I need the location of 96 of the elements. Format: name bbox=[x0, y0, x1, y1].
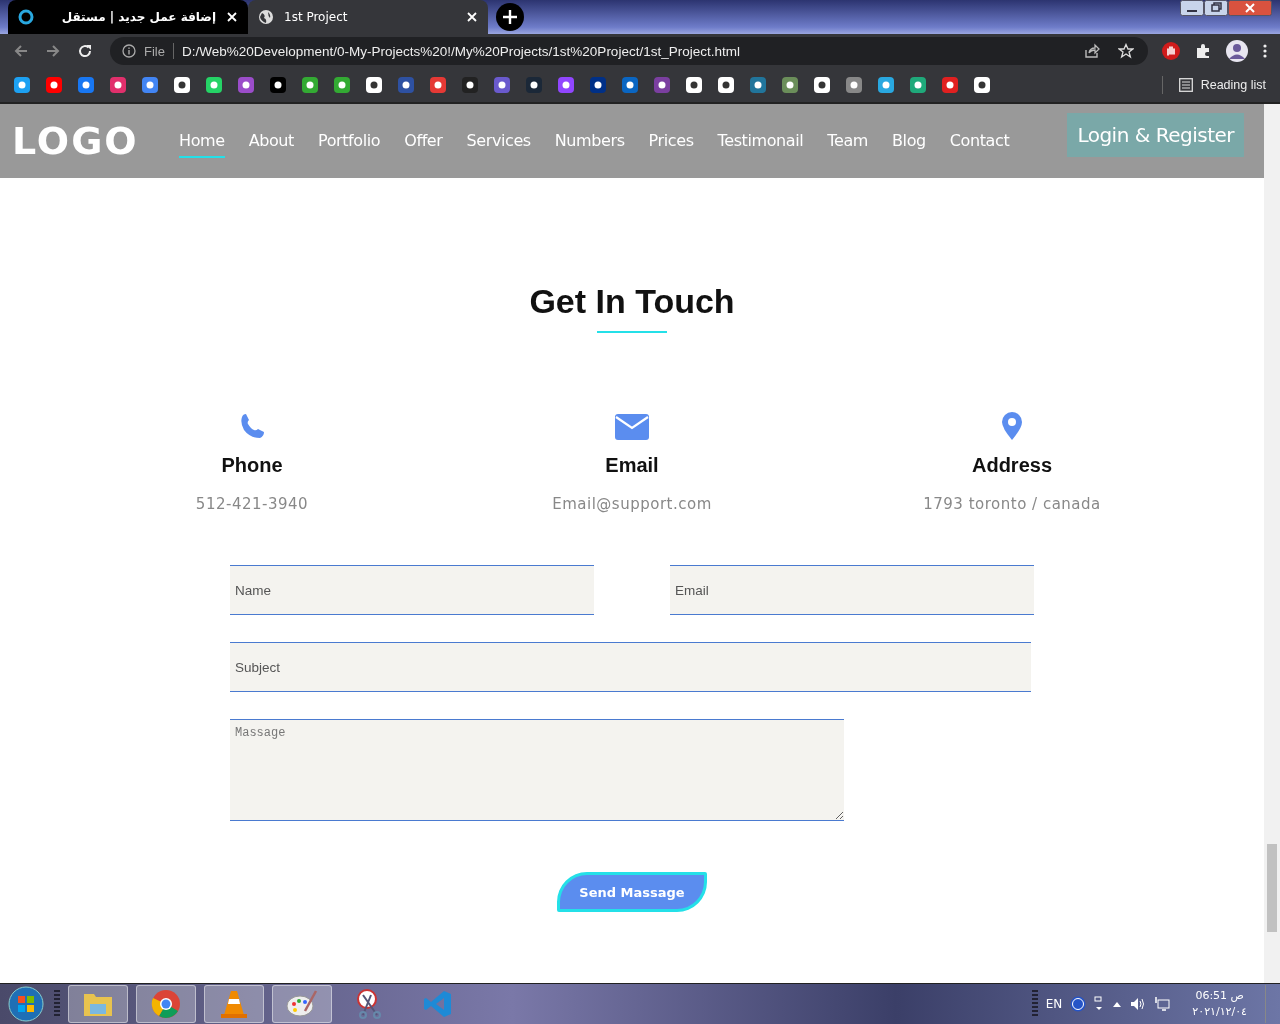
info-title: Address bbox=[972, 454, 1052, 477]
traffic-cone-icon bbox=[220, 989, 248, 1019]
text-field[interactable]: Email bbox=[670, 565, 1034, 615]
caret-up-icon[interactable] bbox=[1112, 1000, 1123, 1008]
phone-icon bbox=[238, 412, 266, 440]
reload-icon[interactable] bbox=[76, 42, 94, 60]
minimize-icon[interactable] bbox=[1180, 0, 1204, 16]
bookmark-icon[interactable] bbox=[78, 77, 94, 93]
nav-link[interactable]: Testimonail bbox=[717, 124, 804, 158]
bookmark-icon[interactable] bbox=[590, 77, 606, 93]
bookmark-icon[interactable] bbox=[238, 77, 254, 93]
bookmark-icon[interactable] bbox=[430, 77, 446, 93]
bookmark-icon[interactable] bbox=[718, 77, 734, 93]
palette-icon bbox=[286, 989, 318, 1019]
logo: LOGO bbox=[12, 119, 140, 163]
vlc-taskbar-button[interactable] bbox=[204, 985, 264, 1023]
scrollbar[interactable] bbox=[1264, 104, 1280, 983]
menu-icon[interactable] bbox=[1262, 43, 1268, 59]
envelope-icon bbox=[615, 414, 649, 440]
info-value: 512-421-3940 bbox=[195, 495, 309, 513]
bookmark-icon[interactable] bbox=[654, 77, 670, 93]
tab-title: 1st Project bbox=[284, 10, 349, 24]
bookmark-icon[interactable] bbox=[14, 77, 30, 93]
bookmark-icon[interactable] bbox=[270, 77, 286, 93]
ring-icon bbox=[18, 9, 34, 25]
bookmark-icon[interactable] bbox=[878, 77, 894, 93]
nav-link[interactable]: Home bbox=[179, 124, 225, 158]
bookmark-icon[interactable] bbox=[686, 77, 702, 93]
bookmark-icon[interactable] bbox=[846, 77, 862, 93]
browser-tab[interactable]: 1st Project bbox=[248, 0, 488, 34]
info-value: 1793 toronto / canada bbox=[923, 495, 1101, 513]
globe-icon bbox=[258, 9, 274, 25]
text-field[interactable]: Subject bbox=[230, 642, 1031, 692]
bookmark-icon[interactable] bbox=[494, 77, 510, 93]
scheme-label: File bbox=[144, 43, 165, 59]
bookmark-icon[interactable] bbox=[398, 77, 414, 93]
bookmark-icon[interactable] bbox=[206, 77, 222, 93]
nav-link[interactable]: Team bbox=[827, 124, 869, 158]
bookmark-icon[interactable] bbox=[142, 77, 158, 93]
browser-tab[interactable]: إضافة عمل جديد | مستقل bbox=[8, 0, 248, 34]
bookmark-icon[interactable] bbox=[110, 77, 126, 93]
bookmark-icon[interactable] bbox=[782, 77, 798, 93]
share-icon[interactable] bbox=[1084, 43, 1100, 59]
hand-icon[interactable] bbox=[1162, 42, 1180, 60]
start-button[interactable] bbox=[6, 984, 46, 1024]
bookmark-icon[interactable] bbox=[302, 77, 318, 93]
bookmark-icon[interactable] bbox=[910, 77, 926, 93]
nav-link[interactable]: Prices bbox=[648, 124, 694, 158]
text-field[interactable]: Name bbox=[230, 565, 594, 615]
bookmark-icon[interactable] bbox=[366, 77, 382, 93]
bookmark-icon[interactable] bbox=[622, 77, 638, 93]
restore-icon[interactable] bbox=[1204, 0, 1228, 16]
reading-list-button[interactable]: Reading list bbox=[1178, 78, 1266, 92]
bookmark-icon[interactable] bbox=[558, 77, 574, 93]
nav-link[interactable]: Offer bbox=[404, 124, 443, 158]
nav-link[interactable]: Contact bbox=[949, 124, 1010, 158]
close-icon[interactable] bbox=[1228, 0, 1272, 16]
star-icon[interactable] bbox=[1118, 43, 1134, 59]
bookmark-icon[interactable] bbox=[174, 77, 190, 93]
chrome-icon bbox=[151, 989, 181, 1019]
login-register-button[interactable]: Login & Register bbox=[1067, 113, 1244, 157]
bookmark-icon[interactable] bbox=[462, 77, 478, 93]
network-icon[interactable] bbox=[1154, 996, 1171, 1012]
address-bar[interactable]: File D:/Web%20Development/0-My-Projects%20!/My%20Projects/1st%20Project/1st_Project.html bbox=[110, 37, 1148, 65]
send-button[interactable]: Send Massage bbox=[557, 872, 707, 912]
nav-link[interactable]: Services bbox=[466, 124, 531, 158]
browser-taskbar-button[interactable] bbox=[136, 985, 196, 1023]
nav-link[interactable]: About bbox=[248, 124, 294, 158]
section-title: Get In Touch bbox=[529, 282, 735, 321]
message-field[interactable]: Massage bbox=[230, 719, 844, 821]
paint-taskbar-button[interactable] bbox=[272, 985, 332, 1023]
bookmark-icon[interactable] bbox=[942, 77, 958, 93]
nav-link[interactable]: Numbers bbox=[554, 124, 625, 158]
new-tab-button[interactable] bbox=[496, 3, 524, 31]
location-pin-icon bbox=[1002, 412, 1022, 440]
bookmark-icon[interactable] bbox=[334, 77, 350, 93]
info-icon bbox=[122, 44, 136, 58]
bookmark-icon[interactable] bbox=[46, 77, 62, 93]
bookmark-icon[interactable] bbox=[814, 77, 830, 93]
info-title: Phone bbox=[221, 454, 283, 477]
nav-link[interactable]: Portfolio bbox=[317, 124, 381, 158]
bookmark-icon[interactable] bbox=[750, 77, 766, 93]
puzzle-icon[interactable] bbox=[1194, 42, 1212, 60]
url-text: D:/Web%20Development/0-My-Projects%20!/My%20Projects/1st%20Project/1st_Project.html bbox=[181, 43, 740, 59]
clock[interactable]: ص 06:51 ٢٠٢١/١٢/٠٤ bbox=[1192, 988, 1247, 1020]
language-indicator[interactable]: EN bbox=[1045, 997, 1063, 1011]
info-title: Email bbox=[605, 454, 659, 477]
bookmark-icon[interactable] bbox=[526, 77, 542, 93]
list-icon bbox=[1178, 78, 1193, 92]
speaker-icon[interactable] bbox=[1130, 997, 1147, 1011]
nav-link[interactable]: Blog bbox=[892, 124, 926, 158]
info-value: Email@support.com bbox=[552, 495, 712, 513]
bookmark-icon[interactable] bbox=[974, 77, 990, 93]
code-editor-icon bbox=[423, 989, 453, 1019]
tab-title: إضافة عمل جديد | مستقل bbox=[60, 10, 216, 24]
profile-avatar[interactable] bbox=[1226, 40, 1248, 62]
